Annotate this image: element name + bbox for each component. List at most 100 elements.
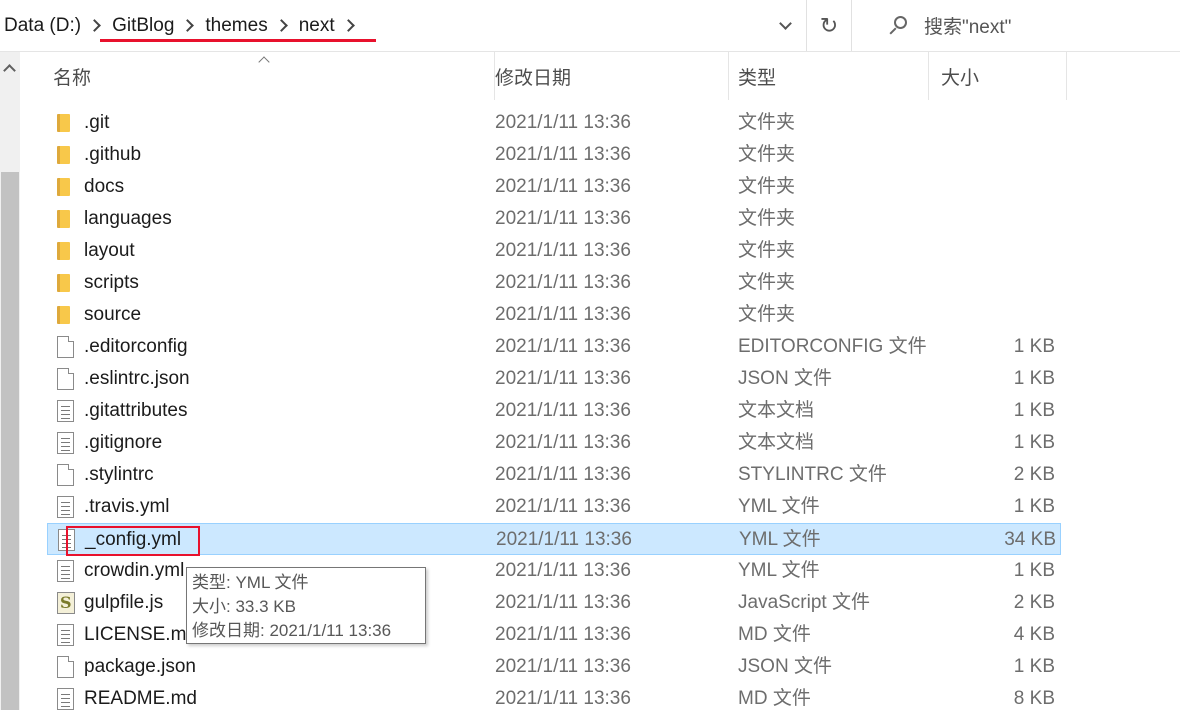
- column-header-label: 名称: [53, 67, 92, 89]
- file-name: .github: [84, 144, 142, 165]
- refresh-icon: ↻: [819, 12, 839, 38]
- file-date-modified: 2021/1/11 13:36: [495, 304, 631, 325]
- file-name: layout: [84, 240, 135, 261]
- file-type: YML 文件: [738, 560, 820, 581]
- file-date-modified: 2021/1/11 13:36: [495, 688, 631, 709]
- file-size: 2 KB: [1013, 464, 1055, 485]
- file-name: scripts: [84, 272, 139, 293]
- chevron-right-icon[interactable]: [341, 19, 355, 32]
- breadcrumb-item-next[interactable]: next: [299, 15, 335, 37]
- file-date-modified: 2021/1/11 13:36: [496, 529, 632, 550]
- file-date-modified: 2021/1/11 13:36: [495, 592, 631, 613]
- file-row[interactable]: .gitignore 2021/1/11 13:36 文本文档 1 KB: [47, 427, 1061, 459]
- folder-icon: [57, 146, 70, 164]
- file-row[interactable]: scripts 2021/1/11 13:36 文件夹: [47, 267, 1061, 299]
- file-type: STYLINTRC 文件: [738, 464, 887, 485]
- file-date-modified: 2021/1/11 13:36: [495, 624, 631, 645]
- file-name: .eslintrc.json: [84, 368, 190, 389]
- file-row[interactable]: .git 2021/1/11 13:36 文件夹: [47, 107, 1061, 139]
- file-size: 1 KB: [1013, 400, 1055, 421]
- file-name: languages: [84, 208, 172, 229]
- file-date-modified: 2021/1/11 13:36: [495, 336, 631, 357]
- breadcrumb-item-gitblog[interactable]: GitBlog: [112, 15, 174, 37]
- file-row[interactable]: .eslintrc.json 2021/1/11 13:36 JSON 文件 1 KB: [47, 363, 1061, 395]
- scrollbar-thumb[interactable]: [1, 172, 19, 710]
- file-row[interactable]: .travis.yml 2021/1/11 13:36 YML 文件 1 KB: [47, 491, 1061, 523]
- text-file-icon: [57, 624, 74, 646]
- file-date-modified: 2021/1/11 13:36: [495, 368, 631, 389]
- file-size: [907, 267, 1055, 299]
- file-icon: [57, 464, 74, 486]
- scroll-up-arrow-icon[interactable]: [3, 64, 16, 77]
- file-row[interactable]: .github 2021/1/11 13:36 文件夹: [47, 139, 1061, 171]
- breadcrumb-label: themes: [205, 14, 268, 36]
- file-size: 2 KB: [1013, 592, 1055, 613]
- breadcrumb-item-themes[interactable]: themes: [205, 15, 267, 37]
- file-row[interactable]: README.md 2021/1/11 13:36 MD 文件 8 KB: [47, 683, 1061, 710]
- file-type: MD 文件: [738, 688, 811, 709]
- column-header-date[interactable]: 修改日期: [483, 52, 729, 100]
- tooltip-type: 类型: YML 文件: [192, 573, 309, 592]
- text-file-icon: [57, 688, 74, 710]
- chevron-right-icon[interactable]: [88, 19, 101, 32]
- file-size: [907, 235, 1055, 267]
- folder-icon: [57, 114, 70, 132]
- file-name: docs: [84, 176, 125, 197]
- file-type: JSON 文件: [738, 368, 832, 389]
- file-row[interactable]: package.json 2021/1/11 13:36 JSON 文件 1 KB: [47, 651, 1061, 683]
- file-date-modified: 2021/1/11 13:36: [495, 240, 631, 261]
- file-name: LICENSE.md: [84, 624, 197, 645]
- file-date-modified: 2021/1/11 13:36: [495, 496, 631, 517]
- file-size: [907, 203, 1055, 235]
- column-header-type[interactable]: 类型: [726, 52, 929, 100]
- file-size: 1 KB: [1013, 432, 1055, 453]
- breadcrumb-item-drive[interactable]: Data (D:): [4, 15, 81, 37]
- js-file-icon: [57, 592, 75, 614]
- file-row[interactable]: .editorconfig 2021/1/11 13:36 EDITORCONFIG…: [47, 331, 1061, 363]
- file-type: YML 文件: [738, 496, 820, 517]
- divider: [851, 0, 852, 51]
- file-name: gulpfile.js: [84, 592, 164, 613]
- file-size: 4 KB: [1013, 624, 1055, 645]
- file-date-modified: 2021/1/11 13:36: [495, 464, 631, 485]
- file-row[interactable]: source 2021/1/11 13:36 文件夹: [47, 299, 1061, 331]
- file-name: .editorconfig: [84, 336, 188, 357]
- column-header-label: 大小: [941, 67, 980, 89]
- file-type: 文件夹: [738, 176, 796, 197]
- breadcrumb-label: next: [298, 14, 335, 36]
- text-file-icon: [57, 432, 74, 454]
- breadcrumb[interactable]: Data (D:) GitBlog themes next: [0, 0, 806, 51]
- column-header-name[interactable]: 名称: [41, 52, 495, 100]
- column-header-label: 类型: [738, 67, 777, 89]
- chevron-right-icon[interactable]: [181, 19, 195, 32]
- navigation-pane-scrollbar[interactable]: [0, 52, 20, 710]
- text-file-icon: [57, 560, 74, 582]
- search-box[interactable]: 搜索"next": [866, 0, 1180, 51]
- file-row[interactable]: layout 2021/1/11 13:36 文件夹: [47, 235, 1061, 267]
- file-size: [907, 171, 1055, 203]
- address-bar-container: Data (D:) GitBlog themes next ↻ 搜索"next": [0, 0, 1180, 52]
- file-size: 1 KB: [1013, 656, 1055, 677]
- file-row[interactable]: languages 2021/1/11 13:36 文件夹: [47, 203, 1061, 235]
- file-size: 1 KB: [1013, 560, 1055, 581]
- file-row[interactable]: docs 2021/1/11 13:36 文件夹: [47, 171, 1061, 203]
- folder-icon: [57, 274, 70, 292]
- chevron-right-icon[interactable]: [274, 19, 288, 32]
- file-row[interactable]: .gitattributes 2021/1/11 13:36 文本文档 1 KB: [47, 395, 1061, 427]
- column-header-size[interactable]: 大小: [929, 52, 1067, 100]
- file-type: JavaScript 文件: [738, 592, 870, 613]
- refresh-button[interactable]: ↻: [808, 0, 850, 51]
- file-size: 1 KB: [1013, 336, 1055, 357]
- file-type: 文件夹: [738, 112, 796, 133]
- search-input[interactable]: 搜索"next": [924, 12, 1011, 39]
- file-name: .gitignore: [84, 432, 163, 453]
- file-date-modified: 2021/1/11 13:36: [495, 144, 631, 165]
- file-type: MD 文件: [738, 624, 811, 645]
- file-size: 8 KB: [1013, 688, 1055, 709]
- file-name: crowdin.yml: [84, 560, 185, 581]
- file-size: [907, 107, 1055, 139]
- file-row[interactable]: .stylintrc 2021/1/11 13:36 STYLINTRC 文件 2 K…: [47, 459, 1061, 491]
- address-history-dropdown[interactable]: [764, 0, 806, 51]
- breadcrumb-label: Data (D:): [4, 14, 82, 36]
- divider: [806, 0, 807, 51]
